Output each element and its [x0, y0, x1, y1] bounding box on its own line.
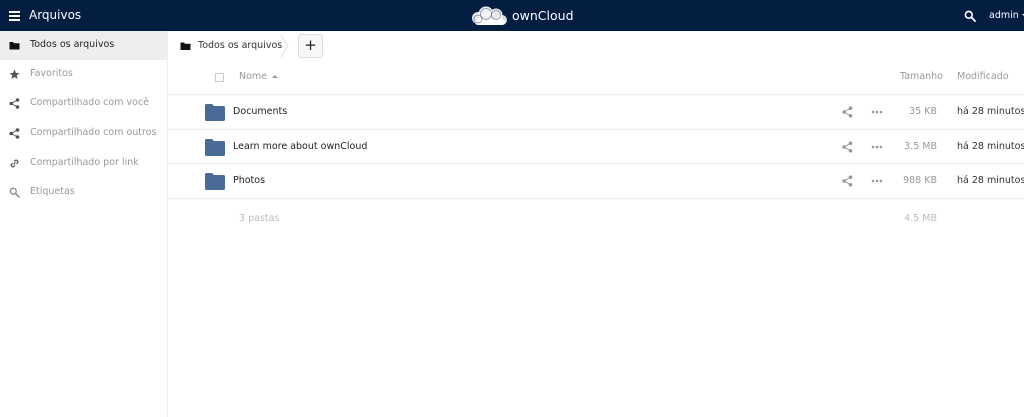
- user-menu[interactable]: admin: [989, 10, 1024, 21]
- share-icon[interactable]: [842, 106, 853, 118]
- link-icon: [10, 159, 19, 168]
- share-icon: [9, 128, 20, 139]
- sidebar-item-label: Todos os arquivos: [30, 39, 115, 50]
- sidebar-item-shared-with-you[interactable]: Compartilhado com você: [0, 89, 168, 118]
- column-name-label: Nome: [239, 71, 268, 82]
- search-icon: [9, 187, 20, 198]
- sidebar-item-shared-with-others[interactable]: Compartilhado com outros: [0, 119, 168, 148]
- top-header: Arquivos ownCloud admin: [0, 0, 1024, 31]
- folder-icon: [205, 104, 225, 121]
- star-icon: [9, 69, 20, 79]
- app-name[interactable]: Arquivos: [29, 8, 81, 22]
- share-icon[interactable]: [842, 141, 853, 153]
- search-icon[interactable]: [964, 10, 976, 22]
- file-size: 988 KB: [903, 175, 937, 186]
- select-all-checkbox[interactable]: [215, 73, 224, 82]
- hamburger-menu-icon[interactable]: [9, 9, 20, 22]
- sidebar-item-shared-by-link[interactable]: Compartilhado por link: [0, 149, 168, 178]
- breadcrumb-current[interactable]: Todos os arquivos: [198, 40, 282, 51]
- folder-icon: [205, 139, 225, 156]
- brand-name: ownCloud: [512, 8, 574, 23]
- table-row[interactable]: Learn more about ownCloud 3.5 MB há 28 m…: [168, 130, 1024, 164]
- new-button[interactable]: +: [298, 34, 323, 58]
- sidebar: Todos os arquivos Favoritos Compartilhad…: [0, 31, 168, 417]
- column-header-modified[interactable]: Modificado: [957, 71, 1009, 82]
- sidebar-item-label: Compartilhado por link: [30, 157, 139, 168]
- summary-folder-count: 3 pastas: [239, 213, 280, 224]
- column-header-size[interactable]: Tamanho: [900, 71, 943, 82]
- folder-icon: [205, 173, 225, 190]
- share-icon: [9, 98, 20, 109]
- breadcrumb-folder-icon[interactable]: [180, 41, 191, 51]
- sidebar-item-tags[interactable]: Etiquetas: [0, 178, 168, 207]
- sidebar-item-favorites[interactable]: Favoritos: [0, 60, 168, 89]
- cloud-logo-icon: [472, 6, 507, 25]
- sidebar-item-label: Favoritos: [30, 68, 73, 79]
- folder-icon: [9, 42, 20, 50]
- summary-total-size: 4.5 MB: [904, 213, 937, 224]
- file-modified: há 28 minutos: [957, 141, 1024, 152]
- file-size: 3.5 MB: [904, 141, 937, 152]
- user-name: admin: [989, 10, 1019, 21]
- sidebar-item-label: Compartilhado com você: [30, 97, 149, 108]
- column-header-name[interactable]: Nome: [239, 71, 279, 82]
- file-name[interactable]: Learn more about ownCloud: [233, 141, 367, 152]
- more-options-icon[interactable]: [871, 175, 883, 187]
- more-options-icon[interactable]: [871, 106, 883, 118]
- file-name[interactable]: Photos: [233, 175, 265, 186]
- row-divider: [168, 198, 1024, 199]
- breadcrumb-separator: [280, 34, 289, 58]
- file-modified: há 28 minutos: [957, 106, 1024, 117]
- more-options-icon[interactable]: [871, 141, 883, 153]
- table-row[interactable]: Documents 35 KB há 28 minutos: [168, 95, 1024, 129]
- file-name[interactable]: Documents: [233, 106, 287, 117]
- file-modified: há 28 minutos: [957, 175, 1024, 186]
- sort-ascending-icon: [272, 75, 279, 78]
- sidebar-item-label: Compartilhado com outros: [30, 127, 157, 138]
- table-row[interactable]: Photos 988 KB há 28 minutos: [168, 164, 1024, 198]
- sidebar-item-all-files[interactable]: Todos os arquivos: [0, 31, 168, 60]
- sidebar-item-label: Etiquetas: [30, 186, 75, 197]
- file-size: 35 KB: [909, 106, 937, 117]
- share-icon[interactable]: [842, 175, 853, 187]
